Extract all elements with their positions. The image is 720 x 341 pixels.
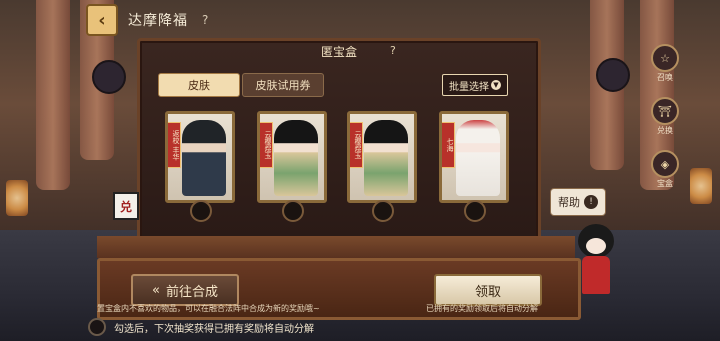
- card-list: 返校 丰华 云樱煜玉 云樱煜玉 七海: [165, 111, 515, 222]
- top-bar: ‹ 达摩降福 ?: [86, 4, 226, 36]
- character-portrait: [364, 120, 408, 196]
- character-portrait: [274, 120, 318, 196]
- claim-button[interactable]: 领取: [434, 274, 542, 306]
- card-name-ribbon: 云樱煜玉: [350, 122, 363, 168]
- character-portrait: [456, 120, 500, 196]
- skin-card[interactable]: 云樱煜玉: [347, 111, 417, 203]
- title-help-icon[interactable]: ?: [202, 13, 208, 27]
- lantern-decor: [6, 180, 28, 216]
- curtain-decor: [36, 0, 70, 190]
- auto-decompose-checkbox[interactable]: [88, 318, 106, 336]
- crest-decor: [596, 58, 630, 92]
- tab-skin-ticket[interactable]: 皮肤试用券: [242, 73, 324, 97]
- side-item-exchange[interactable]: ⛩ 兑换: [651, 97, 679, 136]
- chibi-body: [582, 256, 610, 294]
- help-label: 帮助: [558, 196, 580, 209]
- go-compose-label: 前往合成: [165, 284, 218, 300]
- alert-icon: !: [584, 195, 598, 209]
- card-slot[interactable]: [282, 200, 304, 222]
- exchange-ticket-tag[interactable]: 兑: [113, 192, 139, 220]
- chevron-down-icon: ▼: [491, 80, 501, 90]
- compose-note: 置宝盒内不喜欢的物品，可以在融合法阵中合成为新的奖励哦~: [97, 304, 320, 313]
- page-title: 达摩降福: [128, 13, 188, 29]
- chibi-face: [586, 238, 606, 254]
- skin-card[interactable]: 云樱煜玉: [257, 111, 327, 203]
- summon-icon: ☆: [651, 44, 679, 72]
- chevron-left-icon: ‹: [98, 9, 106, 31]
- batch-select-button[interactable]: 批量选择 ▼: [442, 74, 508, 96]
- go-compose-button[interactable]: « 前往合成: [131, 274, 239, 306]
- box-shelf: [97, 236, 575, 258]
- character-portrait: [182, 120, 226, 196]
- treasure-box-panel: 匿宝盒 ? 皮肤 皮肤试用券 批量选择 ▼ 返校 丰华 云樱煜玉 云樱煜玉 七海: [137, 38, 541, 242]
- auto-decompose-option[interactable]: 勾选后，下次抽奖获得已拥有奖励将自动分解: [88, 318, 314, 336]
- claim-note: 已拥有的奖励领取后将自动分解: [426, 304, 538, 313]
- card-name-ribbon: 云樱煜玉: [260, 122, 273, 168]
- back-button[interactable]: ‹: [86, 4, 118, 36]
- double-chevron-left-icon: «: [152, 282, 160, 298]
- side-item-box[interactable]: ◈ 宝盒: [651, 150, 679, 189]
- batch-select-label: 批量选择: [449, 81, 489, 93]
- skin-card[interactable]: 七海: [439, 111, 509, 203]
- panel-help-icon[interactable]: ?: [390, 44, 396, 57]
- panel-title: 匿宝盒: [320, 45, 357, 59]
- side-item-label: 宝盒: [657, 179, 673, 188]
- side-item-summon[interactable]: ☆ 召唤: [651, 44, 679, 83]
- tab-skin[interactable]: 皮肤: [158, 73, 240, 97]
- card-name-ribbon: 返校 丰华: [168, 122, 181, 168]
- side-item-label: 召唤: [657, 73, 673, 82]
- side-menu: ☆ 召唤 ⛩ 兑换 ◈ 宝盒: [650, 44, 680, 189]
- card-name-ribbon: 七海: [442, 122, 455, 168]
- card-slot[interactable]: [372, 200, 394, 222]
- lantern-decor: [690, 168, 712, 204]
- card-slot[interactable]: [464, 200, 486, 222]
- side-item-label: 兑换: [657, 126, 673, 135]
- skin-card[interactable]: 返校 丰华: [165, 111, 235, 203]
- box-icon: ◈: [651, 150, 679, 178]
- exchange-icon: ⛩: [651, 97, 679, 125]
- card-slot[interactable]: [190, 200, 212, 222]
- auto-decompose-label: 勾选后，下次抽奖获得已拥有奖励将自动分解: [114, 323, 314, 335]
- help-button[interactable]: 帮助 !: [550, 188, 606, 216]
- crest-decor: [92, 60, 126, 94]
